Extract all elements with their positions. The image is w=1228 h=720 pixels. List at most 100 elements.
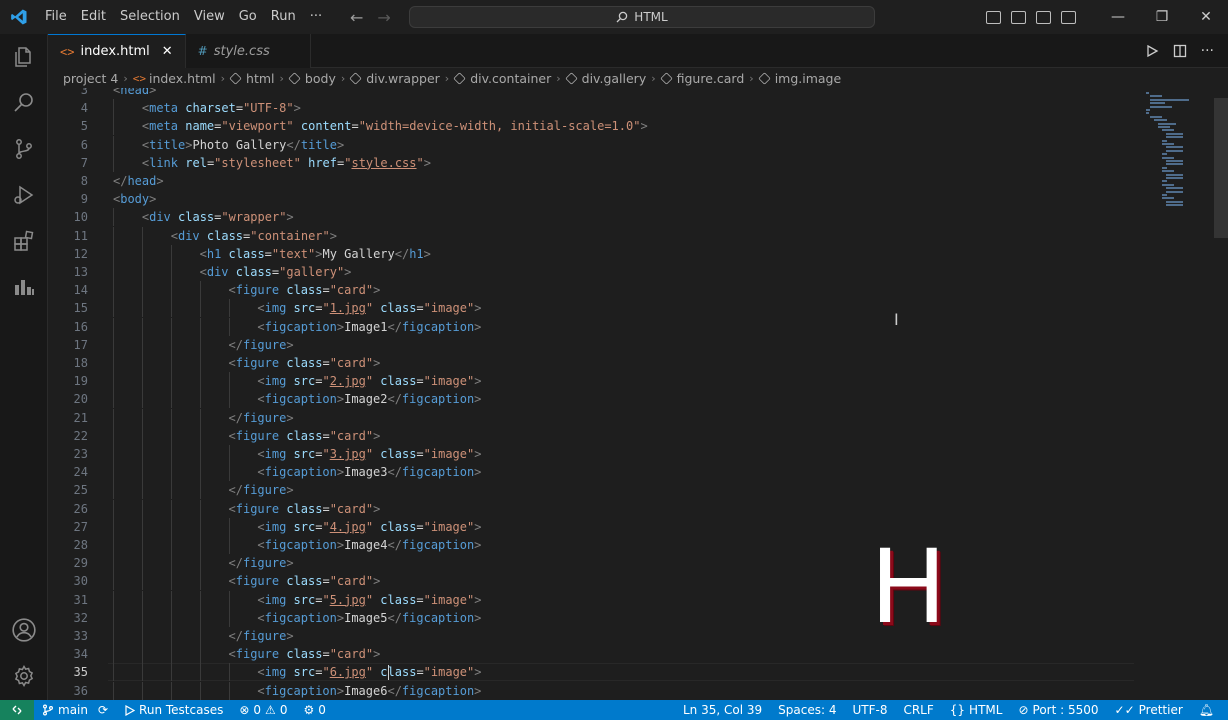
search-view-icon[interactable] — [0, 80, 48, 126]
code-line[interactable]: 12 <h1 class="text">My Gallery</h1> — [48, 244, 1138, 263]
breadcrumb-body[interactable]: body — [288, 71, 336, 86]
code-line[interactable]: 34 <figure class="card"> — [48, 645, 1138, 664]
accounts-icon[interactable] — [0, 607, 48, 653]
minimize-button[interactable]: — — [1096, 0, 1140, 34]
menu-go[interactable]: Go — [232, 0, 264, 34]
line-endings[interactable]: CRLF — [895, 700, 941, 720]
menu-selection[interactable]: Selection — [113, 0, 187, 34]
cursor-position[interactable]: Ln 35, Col 39 — [675, 700, 770, 720]
explorer-icon[interactable] — [0, 34, 48, 80]
indent-guide — [199, 663, 201, 682]
close-window-button[interactable]: ✕ — [1184, 0, 1228, 34]
command-center-search[interactable]: HTML — [409, 6, 875, 28]
minimap-line — [1150, 105, 1172, 108]
tab-style-css[interactable]: # style.css — [185, 34, 311, 68]
code-text: <body> — [113, 190, 156, 208]
code-line[interactable]: 31 <img src="5.jpg" class="image"> — [48, 590, 1138, 609]
code-line[interactable]: 21 </figure> — [48, 408, 1138, 427]
breadcrumb-figure-card[interactable]: figure.card — [659, 71, 744, 86]
code-line[interactable]: 7 <link rel="stylesheet" href="style.css"… — [48, 153, 1138, 172]
toggle-secondary-sidebar-icon[interactable] — [1036, 10, 1051, 24]
code-line[interactable]: 8 </head> — [48, 172, 1138, 190]
code-line[interactable]: 5 <meta name="viewport" content="width=de… — [48, 117, 1138, 136]
indent-guide — [199, 608, 201, 627]
code-line[interactable]: 20 <figcaption>Image2</figcaption> — [48, 390, 1138, 409]
menu-view[interactable]: View — [187, 0, 232, 34]
code-line[interactable]: 27 <img src="4.jpg" class="image"> — [48, 517, 1138, 536]
code-token: > — [373, 283, 381, 298]
menu-more-button[interactable]: ··· — [303, 0, 329, 34]
code-line[interactable]: 11 <div class="container"> — [48, 226, 1138, 245]
restore-button[interactable]: ❐ — [1140, 0, 1184, 34]
run-debug-icon[interactable] — [0, 172, 48, 218]
breadcrumb-file[interactable]: <> index.html — [133, 71, 216, 86]
breadcrumb-html[interactable]: html — [229, 71, 275, 86]
toggle-panel-icon[interactable] — [1011, 10, 1026, 24]
code-line[interactable]: 22 <figure class="card"> — [48, 426, 1138, 445]
code-line[interactable]: 24 <figcaption>Image3</figcaption> — [48, 463, 1138, 482]
breadcrumb-img-image[interactable]: img.image — [757, 71, 841, 86]
prettier-status[interactable]: ✓✓ Prettier — [1107, 700, 1191, 720]
vertical-scrollbar[interactable] — [1214, 98, 1228, 238]
branch-indicator[interactable]: main ⟳ — [34, 700, 116, 720]
language-mode[interactable]: {} HTML — [942, 700, 1011, 720]
notifications-bell-icon[interactable]: 🔔︎ — [1191, 700, 1222, 720]
code-line[interactable]: 19 <img src="2.jpg" class="image"> — [48, 372, 1138, 391]
ports-indicator[interactable]: ⚙ 0 — [295, 700, 333, 720]
code-text: <figure class="card"> — [229, 354, 381, 372]
breadcrumb-div-gallery[interactable]: div.gallery — [564, 71, 646, 86]
problems-indicator[interactable]: ⊗ 0 ⚠ 0 — [231, 700, 295, 720]
code-line[interactable]: 25 </figure> — [48, 481, 1138, 500]
code-line[interactable]: 36 <figcaption>Image6</figcaption> — [48, 681, 1138, 700]
code-line[interactable]: 10 <div class="wrapper"> — [48, 208, 1138, 227]
code-line[interactable]: 4 <meta charset="UTF-8"> — [48, 99, 1138, 118]
more-actions-icon[interactable]: ··· — [1201, 43, 1214, 59]
breadcrumb-div-container[interactable]: div.container — [453, 71, 551, 86]
minimap[interactable] — [1142, 88, 1202, 238]
code-line[interactable]: 9 <body> — [48, 190, 1138, 208]
split-editor-icon[interactable] — [1173, 44, 1187, 58]
code-line[interactable]: 30 <figure class="card"> — [48, 572, 1138, 591]
code-token: 5.jpg — [329, 592, 366, 607]
code-line[interactable]: 15 <img src="1.jpg" class="image"> — [48, 299, 1138, 318]
code-line[interactable]: 17 </figure> — [48, 335, 1138, 354]
code-line[interactable]: 28 <figcaption>Image4</figcaption> — [48, 536, 1138, 554]
code-line[interactable]: 33 </figure> — [48, 627, 1138, 645]
menu-run[interactable]: Run — [264, 0, 303, 34]
code-line[interactable]: 3 <head> — [48, 88, 1138, 99]
source-control-icon[interactable] — [0, 126, 48, 172]
tab-index-html[interactable]: <> index.html ✕ — [48, 34, 186, 68]
code-line[interactable]: 14 <figure class="card"> — [48, 281, 1138, 300]
toggle-primary-sidebar-icon[interactable] — [986, 10, 1001, 24]
indentation[interactable]: Spaces: 4 — [770, 700, 844, 720]
live-server-port[interactable]: ⊘ Port : 5500 — [1010, 700, 1106, 720]
settings-gear-icon[interactable] — [0, 653, 48, 699]
code-line[interactable]: 18 <figure class="card"> — [48, 354, 1138, 372]
customize-layout-icon[interactable] — [1061, 10, 1076, 24]
forward-arrow-icon[interactable]: → — [377, 8, 390, 27]
menu-edit[interactable]: Edit — [74, 0, 113, 34]
analytics-icon[interactable] — [0, 264, 48, 310]
code-line[interactable]: 23 <img src="3.jpg" class="image"> — [48, 445, 1138, 463]
extensions-icon[interactable] — [0, 218, 48, 264]
code-line[interactable]: 6 <title>Photo Gallery</title> — [48, 135, 1138, 154]
code-editor[interactable]: I H 3 <head> 4 <meta charset="UTF-8"> 5 <meta… — [48, 88, 1228, 700]
code-line[interactable]: 29 </figure> — [48, 554, 1138, 573]
sync-icon[interactable]: ⟳ — [98, 703, 108, 717]
code-line[interactable]: 13 <div class="gallery"> — [48, 263, 1138, 281]
code-line[interactable]: 32 <figcaption>Image5</figcaption> — [48, 608, 1138, 627]
menu-file[interactable]: File — [38, 0, 74, 34]
close-tab-icon[interactable]: ✕ — [162, 44, 173, 59]
breadcrumb-folder[interactable]: project 4 — [63, 71, 118, 86]
run-file-icon[interactable] — [1145, 44, 1159, 58]
breadcrumb-div-wrapper[interactable]: div.wrapper — [349, 71, 440, 86]
encoding[interactable]: UTF-8 — [844, 700, 895, 720]
run-testcases-button[interactable]: Run Testcases — [116, 700, 231, 720]
code-line[interactable]: 35 <img src="6.jpg" class="image"> — [48, 663, 1138, 682]
back-arrow-icon[interactable]: ← — [350, 8, 363, 27]
code-line[interactable]: 26 <figure class="card"> — [48, 499, 1138, 518]
code-line[interactable]: 16 <figcaption>Image1</figcaption> — [48, 317, 1138, 336]
remote-indicator-icon[interactable] — [0, 700, 34, 720]
